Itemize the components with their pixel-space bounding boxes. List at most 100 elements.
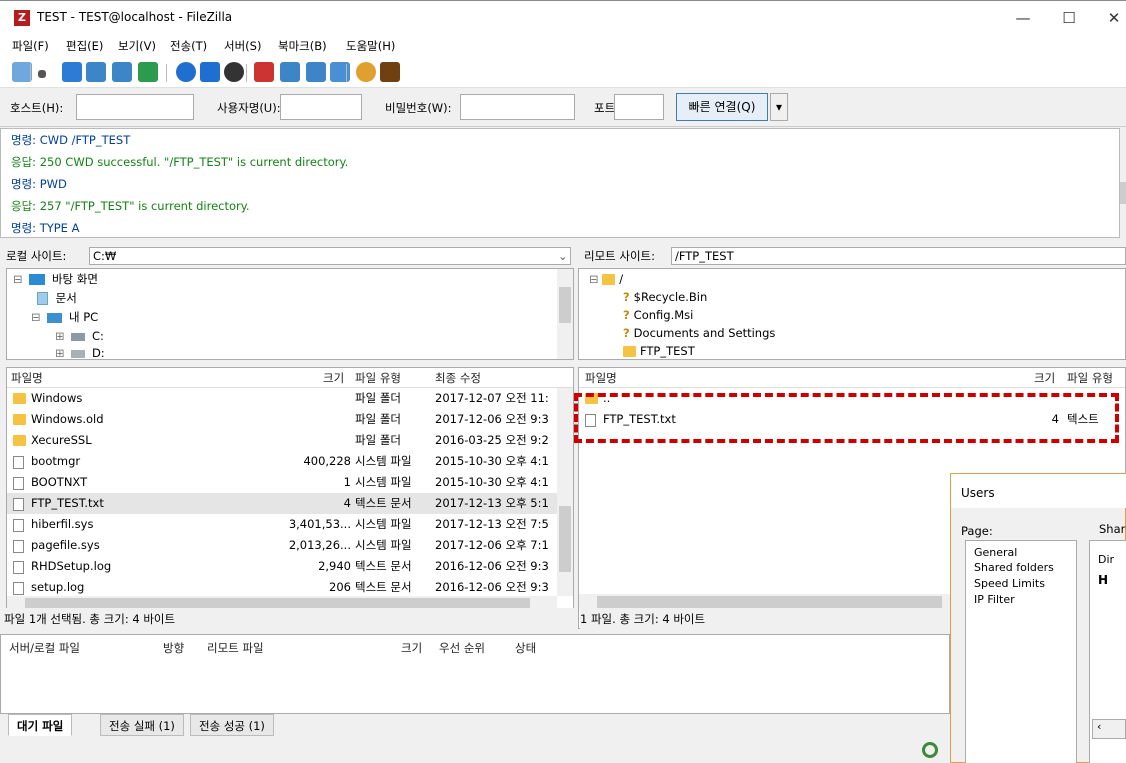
maximize-button[interactable]: ☐ (1049, 5, 1089, 31)
col-header-type[interactable]: 파일 유형 (1067, 368, 1113, 388)
col-header-name[interactable]: 파일명 (585, 368, 617, 388)
expand-icon[interactable]: ⊞ (55, 329, 65, 343)
menu-server[interactable]: 서버(S) (224, 38, 261, 54)
local-list-vscrollbar[interactable] (557, 388, 573, 596)
queue-col-header[interactable]: 우선 순위 (439, 638, 485, 658)
page-tree: General Shared folders Speed Limits IP F… (965, 540, 1077, 763)
page-general[interactable]: General (974, 545, 1017, 561)
collapse-icon[interactable]: ⊟ (13, 272, 23, 286)
unknown-folder-icon: ? (623, 308, 630, 322)
queue-tabs: 대기 파일 전송 실패 (1) 전송 성공 (1) (0, 714, 950, 738)
local-file-row[interactable]: pagefile.sys 2,013,26... 시스템 파일 2017-12-06 … (7, 535, 557, 556)
tree-item--recycle-bin[interactable]: ? $Recycle.Bin (623, 288, 707, 307)
remote-list-hscroll-thumb[interactable] (597, 596, 942, 608)
log-scrollbar[interactable] (1120, 128, 1126, 238)
col-header-size[interactable]: 크기 (323, 368, 344, 388)
site-manager-icon[interactable] (12, 62, 32, 82)
file-icon (13, 540, 24, 553)
toggle-local-tree-icon[interactable] (86, 62, 106, 82)
minimize-button[interactable]: — (1003, 5, 1043, 31)
folder-icon (13, 393, 26, 404)
disconnect-icon[interactable] (254, 62, 274, 82)
cell-modified: 2016-03-25 오전 9:2 (435, 433, 549, 447)
local-file-row[interactable]: XecureSSL 파일 폴더 2016-03-25 오전 9:2 (7, 430, 557, 451)
local-tree-scroll-thumb[interactable] (559, 287, 571, 323)
tree-item-config-msi[interactable]: ? Config.Msi (623, 306, 693, 325)
page-speed-limits[interactable]: Speed Limits (974, 576, 1045, 592)
expand-icon[interactable]: ⊞ (55, 346, 65, 359)
refresh-icon[interactable] (176, 62, 196, 82)
local-file-row[interactable]: hiberfil.sys 3,401,53... 시스템 파일 2017-12-13 … (7, 514, 557, 535)
host-label: 호스트(H): (10, 101, 64, 115)
queue-col-header[interactable]: 리모트 파일 (207, 638, 264, 658)
sync-browse-icon[interactable] (356, 62, 376, 82)
port-input[interactable] (614, 94, 664, 120)
page-ip-filter[interactable]: IP Filter (974, 592, 1015, 608)
local-path-input[interactable]: C:₩ (89, 247, 571, 265)
queue-col-header[interactable]: 크기 (401, 638, 422, 658)
cancel-icon[interactable] (224, 62, 244, 82)
menu-edit[interactable]: 편집(E) (66, 38, 103, 54)
toggle-log-icon[interactable] (62, 62, 82, 82)
tree-item-this-pc[interactable]: ⊟ 내 PC (31, 308, 98, 327)
collapse-icon[interactable]: ⊟ (31, 310, 41, 324)
tree-item-root[interactable]: ⊟ / (589, 270, 623, 289)
col-header-name[interactable]: 파일명 (11, 368, 43, 388)
tree-item-label: Documents and Settings (633, 326, 776, 340)
col-header-modified[interactable]: 최종 수정 (435, 368, 481, 388)
queue-col-header[interactable]: 서버/로컬 파일 (9, 638, 80, 658)
toggle-queue-icon[interactable] (138, 62, 158, 82)
tree-item-ftp-test[interactable]: FTP_TEST (623, 342, 695, 359)
tree-item-label: 문서 (55, 291, 77, 305)
local-path-dropdown-icon[interactable]: ⌄ (558, 249, 568, 263)
collapse-icon[interactable]: ⊟ (589, 272, 602, 286)
queue-col-header[interactable]: 상태 (515, 638, 536, 658)
log-line: 응답: 257 "/FTP_TEST" is current directory… (11, 199, 250, 213)
page-shared-folders[interactable]: Shared folders (974, 560, 1054, 576)
local-file-row[interactable]: Windows.old 파일 폴더 2017-12-06 오전 9:3 (7, 409, 557, 430)
tree-item-documents-and-settings[interactable]: ? Documents and Settings (623, 324, 775, 343)
compare-icon[interactable] (330, 62, 350, 82)
local-file-row[interactable]: RHDSetup.log 2,940 텍스트 문서 2016-12-06 오전 9:3 (7, 556, 557, 577)
local-file-row[interactable]: Windows 파일 폴더 2017-12-07 오전 11: (7, 388, 557, 409)
menu-file[interactable]: 파일(F) (12, 38, 49, 54)
local-list-vscroll-thumb[interactable] (559, 506, 571, 572)
folder-icon (13, 435, 26, 446)
quickconnect-dropdown-icon[interactable]: ▾ (770, 93, 788, 121)
remote-path-input[interactable]: /FTP_TEST (671, 247, 1126, 265)
dropdown-icon[interactable] (38, 70, 46, 78)
log-line: 명령: PWD (11, 177, 67, 191)
local-file-row[interactable]: setup.log 206 텍스트 문서 2016-12-06 오전 9:3 (7, 577, 557, 598)
menu-transfer[interactable]: 전송(T) (170, 38, 207, 54)
tree-item-documents[interactable]: 문서 (37, 289, 77, 308)
remote-site-bar: 리모트 사이트: /FTP_TEST (578, 245, 1126, 267)
tab-failed-transfers[interactable]: 전송 실패 (1) (100, 714, 184, 736)
scroll-left-icon[interactable]: ‹ (1092, 719, 1126, 739)
menu-help[interactable]: 도움말(H) (346, 38, 395, 54)
local-tree-scrollbar[interactable] (557, 269, 573, 359)
tab-queued-files[interactable]: 대기 파일 (8, 714, 73, 736)
toggle-remote-tree-icon[interactable] (112, 62, 132, 82)
queue-col-header[interactable]: 방향 (163, 638, 184, 658)
menu-bookmarks[interactable]: 북마크(B) (278, 38, 327, 54)
reconnect-icon[interactable] (280, 62, 300, 82)
tree-item-d-drive[interactable]: ⊞ D: (55, 344, 105, 359)
password-input[interactable] (460, 94, 575, 120)
process-queue-icon[interactable] (200, 62, 220, 82)
username-input[interactable] (280, 94, 362, 120)
col-header-size[interactable]: 크기 (1034, 368, 1055, 388)
log-scroll-thumb[interactable] (1120, 182, 1126, 204)
tab-successful-transfers[interactable]: 전송 성공 (1) (190, 714, 274, 736)
search-icon[interactable] (380, 62, 400, 82)
local-file-row[interactable]: FTP_TEST.txt 4 텍스트 문서 2017-12-13 오후 5:1 (7, 493, 557, 514)
host-input[interactable] (76, 94, 194, 120)
tree-item-desktop[interactable]: ⊟ 바탕 화면 (13, 270, 98, 289)
filter-icon[interactable] (306, 62, 326, 82)
quickconnect-button[interactable]: 빠른 연결(Q) (676, 93, 768, 121)
local-file-row[interactable]: bootmgr 400,228 시스템 파일 2015-10-30 오후 4:1 (7, 451, 557, 472)
col-header-type[interactable]: 파일 유형 (355, 368, 401, 388)
menu-view[interactable]: 보기(V) (118, 38, 156, 54)
quickconnect-bar: 호스트(H): 사용자명(U): 비밀번호(W): 포트(P): 빠른 연결(Q… (0, 89, 1126, 127)
local-file-row[interactable]: BOOTNXT 1 시스템 파일 2015-10-30 오후 4:1 (7, 472, 557, 493)
close-button[interactable]: ✕ (1094, 5, 1126, 31)
